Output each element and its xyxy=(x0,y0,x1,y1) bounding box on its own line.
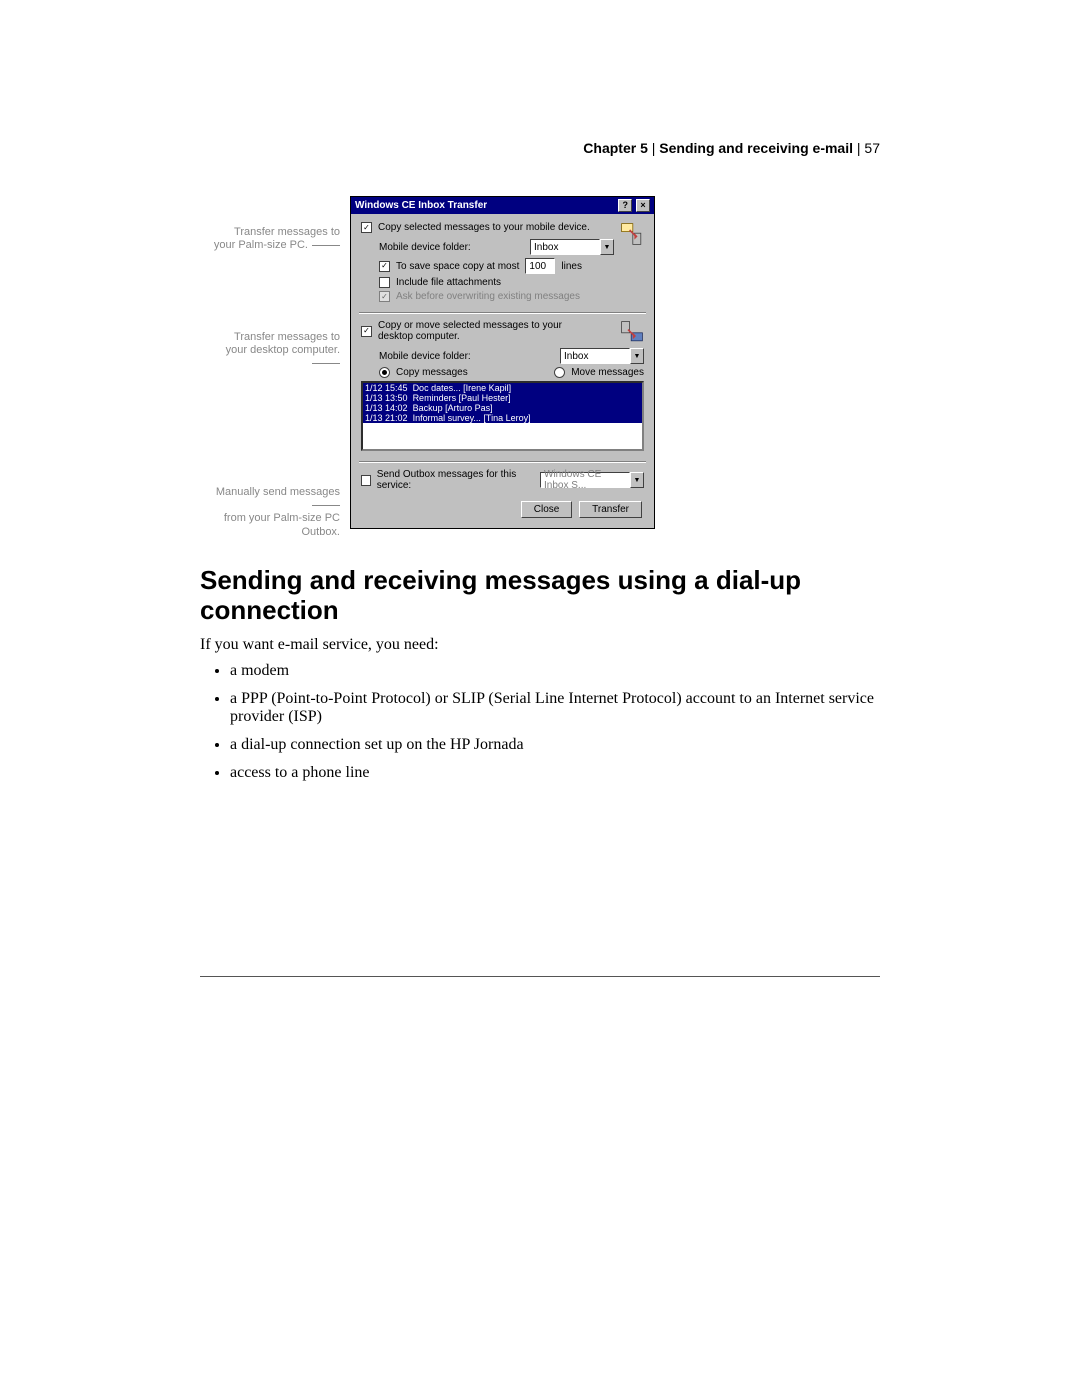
copy-radio-label: Copy messages xyxy=(396,367,468,378)
send-outbox-label: Send Outbox messages for this service: xyxy=(377,469,528,491)
figure: Transfer messages to your Palm-size PC. … xyxy=(200,196,880,536)
callout-1-line1: Transfer messages to xyxy=(234,226,340,238)
chevron-down-icon[interactable]: ▼ xyxy=(630,472,644,488)
callout-3-line2: from your Palm-size PC xyxy=(224,512,340,524)
messages-listbox[interactable]: 1/12 15:45 Doc dates... [Irene Kapil] 1/… xyxy=(361,381,644,451)
footer-rule xyxy=(200,976,880,977)
callout-2-line1: Transfer messages to xyxy=(234,331,340,343)
device-to-pc-icon xyxy=(614,320,644,347)
copy-to-mobile-checkbox[interactable] xyxy=(361,222,372,233)
lines-input[interactable]: 100 xyxy=(525,258,555,274)
include-attachments-label: Include file attachments xyxy=(396,277,501,288)
send-outbox-checkbox[interactable] xyxy=(361,475,371,486)
include-attachments-checkbox[interactable] xyxy=(379,277,390,288)
callout-1-line2: your Palm-size PC. xyxy=(214,239,308,251)
overwrite-checkbox[interactable] xyxy=(379,291,390,302)
requirements-list: a modem a PPP (Point-to-Point Protocol) … xyxy=(200,662,880,782)
list-item[interactable]: 1/12 15:45 Doc dates... [Irene Kapil] xyxy=(363,383,642,393)
list-item: access to a phone line xyxy=(230,764,880,782)
transfer-button[interactable]: Transfer xyxy=(579,501,642,518)
mobile-folder-label-2: Mobile device folder: xyxy=(379,351,471,362)
help-icon[interactable]: ? xyxy=(618,199,632,212)
copy-to-desktop-label: Copy or move selected messages to your d… xyxy=(378,320,578,342)
save-space-label: To save space copy at most xyxy=(396,261,519,272)
mobile-folder-label-1: Mobile device folder: xyxy=(379,242,471,253)
header-chapter: Chapter 5 xyxy=(583,140,648,156)
close-button[interactable]: Close xyxy=(521,501,573,518)
to-mobile-section: Copy selected messages to your mobile de… xyxy=(361,222,644,302)
list-item: a modem xyxy=(230,662,880,680)
copy-radio[interactable] xyxy=(379,367,390,378)
callout-2-line2: your desktop computer. xyxy=(226,344,340,356)
callout-3-line3: Outbox. xyxy=(301,526,340,538)
page: Chapter 5 | Sending and receiving e-mail… xyxy=(0,0,1080,892)
intro-paragraph: If you want e-mail service, you need: xyxy=(200,636,880,654)
page-number: 57 xyxy=(864,140,880,156)
section-heading: Sending and receiving messages using a d… xyxy=(200,566,880,626)
chevron-down-icon[interactable]: ▼ xyxy=(600,239,614,255)
lines-unit: lines xyxy=(561,261,582,272)
save-space-checkbox[interactable] xyxy=(379,261,390,272)
mobile-folder-combo-1[interactable]: Inbox ▼ xyxy=(530,239,614,255)
chevron-down-icon[interactable]: ▼ xyxy=(630,348,644,364)
copy-to-desktop-checkbox[interactable] xyxy=(361,326,372,337)
titlebar[interactable]: Windows CE Inbox Transfer ? × xyxy=(351,197,654,214)
move-radio-label: Move messages xyxy=(571,367,644,378)
callout-3-line1: Manually send messages xyxy=(216,486,340,498)
header-title: Sending and receiving e-mail xyxy=(659,140,853,156)
move-radio[interactable] xyxy=(554,367,565,378)
list-item: a PPP (Point-to-Point Protocol) or SLIP … xyxy=(230,690,880,726)
close-icon[interactable]: × xyxy=(636,199,650,212)
mobile-folder-combo-2[interactable]: Inbox ▼ xyxy=(560,348,644,364)
list-item[interactable]: 1/13 14:02 Backup [Arturo Pas] xyxy=(363,403,642,413)
send-outbox-section: Send Outbox messages for this service: W… xyxy=(361,469,644,491)
overwrite-label: Ask before overwriting existing messages xyxy=(396,291,580,302)
dialog-title: Windows CE Inbox Transfer xyxy=(355,200,487,211)
service-combo[interactable]: Windows CE Inbox S... ▼ xyxy=(540,472,644,488)
list-item: a dial-up connection set up on the HP Jo… xyxy=(230,736,880,754)
list-item[interactable]: 1/13 21:02 Informal survey... [Tina Lero… xyxy=(363,413,642,423)
running-header: Chapter 5 | Sending and receiving e-mail… xyxy=(200,140,880,156)
inbox-transfer-dialog: Windows CE Inbox Transfer ? × xyxy=(350,196,655,529)
copy-to-mobile-label: Copy selected messages to your mobile de… xyxy=(378,222,590,233)
list-item[interactable]: 1/13 13:50 Reminders [Paul Hester] xyxy=(363,393,642,403)
pc-to-device-icon xyxy=(614,222,644,249)
to-desktop-section: Copy or move selected messages to your d… xyxy=(361,320,644,451)
